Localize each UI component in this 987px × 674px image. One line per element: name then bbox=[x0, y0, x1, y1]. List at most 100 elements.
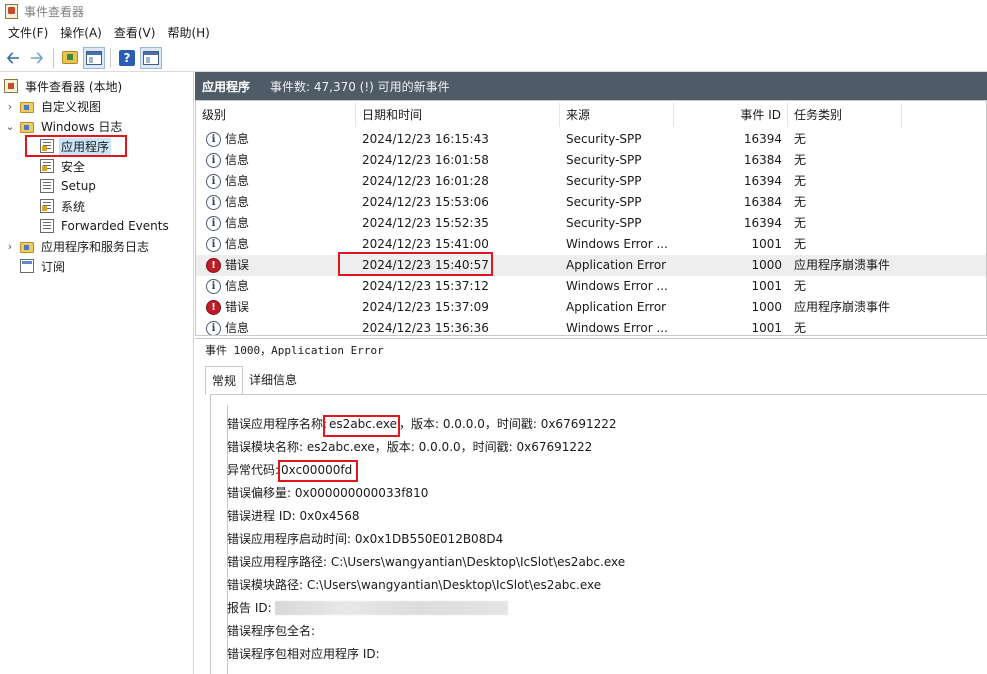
info-icon: i bbox=[206, 132, 221, 147]
tree-item-application[interactable]: 应用程序 bbox=[40, 136, 112, 156]
window-title: 事件查看器 bbox=[24, 4, 85, 19]
tree-item-label: Setup bbox=[61, 179, 96, 193]
event-row[interactable]: i 信息 2024/12/23 15:53:06 Security-SPP 16… bbox=[196, 192, 986, 213]
column-header-source[interactable]: 来源 bbox=[560, 103, 674, 127]
event-row[interactable]: i 信息 2024/12/23 16:15:43 Security-SPP 16… bbox=[196, 129, 986, 150]
detail-line-app-path: 错误应用程序路径: C:\Users\wangyantian\Desktop\I… bbox=[227, 555, 626, 569]
folder-icon bbox=[62, 51, 78, 64]
tab-general[interactable]: 常规 bbox=[205, 366, 244, 395]
system-log-icon bbox=[40, 199, 54, 213]
detail-label: 错误应用程序名称: bbox=[227, 417, 328, 431]
event-level: 信息 bbox=[225, 132, 250, 146]
redacted-report-id bbox=[275, 601, 508, 615]
event-category: 无 bbox=[794, 174, 807, 188]
event-datetime: 2024/12/23 15:52:35 bbox=[362, 216, 489, 230]
info-icon: i bbox=[206, 195, 221, 210]
event-row[interactable]: i 信息 2024/12/23 15:41:00 Windows Error .… bbox=[196, 234, 986, 255]
event-level: 错误 bbox=[225, 258, 250, 272]
show-hide-tree-button[interactable] bbox=[83, 46, 105, 69]
column-header-level[interactable]: 级别 bbox=[196, 103, 356, 127]
event-id: 1001 bbox=[751, 237, 782, 251]
info-icon: i bbox=[206, 153, 221, 168]
column-header-category[interactable]: 任务类别 bbox=[788, 103, 902, 127]
event-category: 无 bbox=[794, 279, 807, 293]
detail-line-module-path: 错误模块路径: C:\Users\wangyantian\Desktop\IcS… bbox=[227, 578, 602, 592]
event-source: Security-SPP bbox=[566, 195, 642, 209]
forwarded-events-log-icon bbox=[40, 219, 54, 233]
setup-log-icon bbox=[40, 179, 54, 193]
event-row[interactable]: ! 错误 2024/12/23 15:37:09 Application Err… bbox=[196, 297, 986, 318]
event-row[interactable]: i 信息 2024/12/23 15:52:35 Security-SPP 16… bbox=[196, 213, 986, 234]
event-row[interactable]: i 信息 2024/12/23 15:36:36 Windows Error .… bbox=[196, 318, 986, 335]
column-header-event-id[interactable]: 事件 ID bbox=[674, 103, 788, 127]
event-source: Security-SPP bbox=[566, 153, 642, 167]
tree-item-windows-logs[interactable]: ⌄ Windows 日志 bbox=[4, 116, 124, 136]
event-row[interactable]: i 信息 2024/12/23 15:37:12 Windows Error .… bbox=[196, 276, 986, 297]
tree-item-label: Forwarded Events bbox=[61, 219, 169, 233]
detail-line-offset: 错误偏移量: 0x000000000033f810 bbox=[227, 486, 429, 500]
menu-view[interactable]: 查看(V) bbox=[108, 22, 162, 44]
event-level: 信息 bbox=[225, 174, 250, 188]
event-id: 16394 bbox=[743, 216, 782, 230]
event-row[interactable]: i 信息 2024/12/23 16:01:58 Security-SPP 16… bbox=[196, 150, 986, 171]
event-count: 事件数: 47,370 (!) 可用的新事件 bbox=[270, 79, 450, 94]
event-level: 信息 bbox=[225, 321, 250, 335]
toolbar-separator bbox=[110, 47, 111, 68]
chevron-right-icon[interactable]: › bbox=[4, 100, 16, 113]
toolbar: 🡠 🡢 ? bbox=[0, 44, 987, 72]
back-button[interactable]: 🡠 bbox=[2, 47, 24, 69]
menu-action[interactable]: 操作(A) bbox=[54, 22, 108, 44]
folder-icon bbox=[20, 101, 34, 113]
tab-details[interactable]: 详细信息 bbox=[243, 366, 303, 394]
event-source: Application Error bbox=[566, 258, 667, 272]
tree-item-label: 安全 bbox=[61, 159, 86, 174]
event-id: 1001 bbox=[751, 321, 782, 335]
forward-button[interactable]: 🡢 bbox=[26, 47, 48, 69]
event-datetime: 2024/12/23 15:37:09 bbox=[362, 300, 489, 314]
event-level: 信息 bbox=[225, 279, 250, 293]
tree-item-root[interactable]: 事件查看器 (本地) bbox=[4, 76, 124, 96]
help-button[interactable]: ? bbox=[116, 47, 138, 69]
security-log-icon bbox=[40, 159, 54, 173]
tree-item-forwarded-events[interactable]: Forwarded Events bbox=[40, 216, 171, 236]
error-icon: ! bbox=[206, 300, 221, 315]
folder-icon bbox=[20, 241, 34, 253]
tree-item-setup[interactable]: Setup bbox=[40, 176, 98, 196]
detail-label: 异常代码: bbox=[227, 463, 280, 477]
detail-exception-code-value: 0xc00000fd bbox=[281, 463, 353, 477]
column-header-datetime[interactable]: 日期和时间 bbox=[356, 103, 560, 127]
menu-help[interactable]: 帮助(H) bbox=[161, 22, 215, 44]
event-source: Security-SPP bbox=[566, 174, 642, 188]
detail-line-package-app-id: 错误程序包相对应用程序 ID: bbox=[227, 647, 380, 661]
detail-line-app-name: 错误应用程序名称: es2abc.exe ，版本: 0.0.0.0，时间戳: 0x6… bbox=[227, 414, 617, 434]
event-source: Security-SPP bbox=[566, 132, 642, 146]
tree-item-security[interactable]: 安全 bbox=[40, 156, 87, 176]
tree-item-system[interactable]: 系统 bbox=[40, 196, 87, 216]
detail-line-package-full-name: 错误程序包全名: bbox=[227, 624, 316, 638]
tree-item-label: 自定义视图 bbox=[41, 99, 102, 114]
up-folder-button[interactable] bbox=[59, 47, 81, 69]
event-level: 信息 bbox=[225, 195, 250, 209]
console-tree-icon bbox=[86, 50, 102, 65]
event-level: 信息 bbox=[225, 216, 250, 230]
tree-item-subscriptions[interactable]: 订阅 bbox=[20, 256, 67, 276]
event-datetime: 2024/12/23 15:53:06 bbox=[362, 195, 489, 209]
detail-title: 事件 1000，Application Error bbox=[195, 338, 987, 362]
chevron-right-icon[interactable]: › bbox=[4, 240, 16, 253]
event-category: 无 bbox=[794, 237, 807, 251]
chevron-down-icon[interactable]: ⌄ bbox=[4, 120, 16, 133]
event-viewer-icon bbox=[4, 4, 18, 19]
info-icon: i bbox=[206, 174, 221, 189]
tree-item-custom-views[interactable]: › 自定义视图 bbox=[4, 96, 103, 116]
info-icon: i bbox=[206, 321, 221, 335]
event-viewer-icon bbox=[4, 79, 18, 93]
menu-file[interactable]: 文件(F) bbox=[2, 22, 54, 44]
event-datetime: 2024/12/23 16:01:28 bbox=[362, 174, 489, 188]
show-hide-action-pane-button[interactable] bbox=[140, 46, 162, 69]
tree-item-app-service-logs[interactable]: › 应用程序和服务日志 bbox=[4, 236, 151, 256]
event-row[interactable]: i 信息 2024/12/23 16:01:28 Security-SPP 16… bbox=[196, 171, 986, 192]
event-datetime: 2024/12/23 16:15:43 bbox=[362, 132, 489, 146]
event-level: 信息 bbox=[225, 153, 250, 167]
event-row-selected[interactable]: ! 错误 2024/12/23 15:40:57 Application Err… bbox=[196, 255, 986, 276]
event-datetime: 2024/12/23 15:40:57 bbox=[362, 258, 489, 272]
